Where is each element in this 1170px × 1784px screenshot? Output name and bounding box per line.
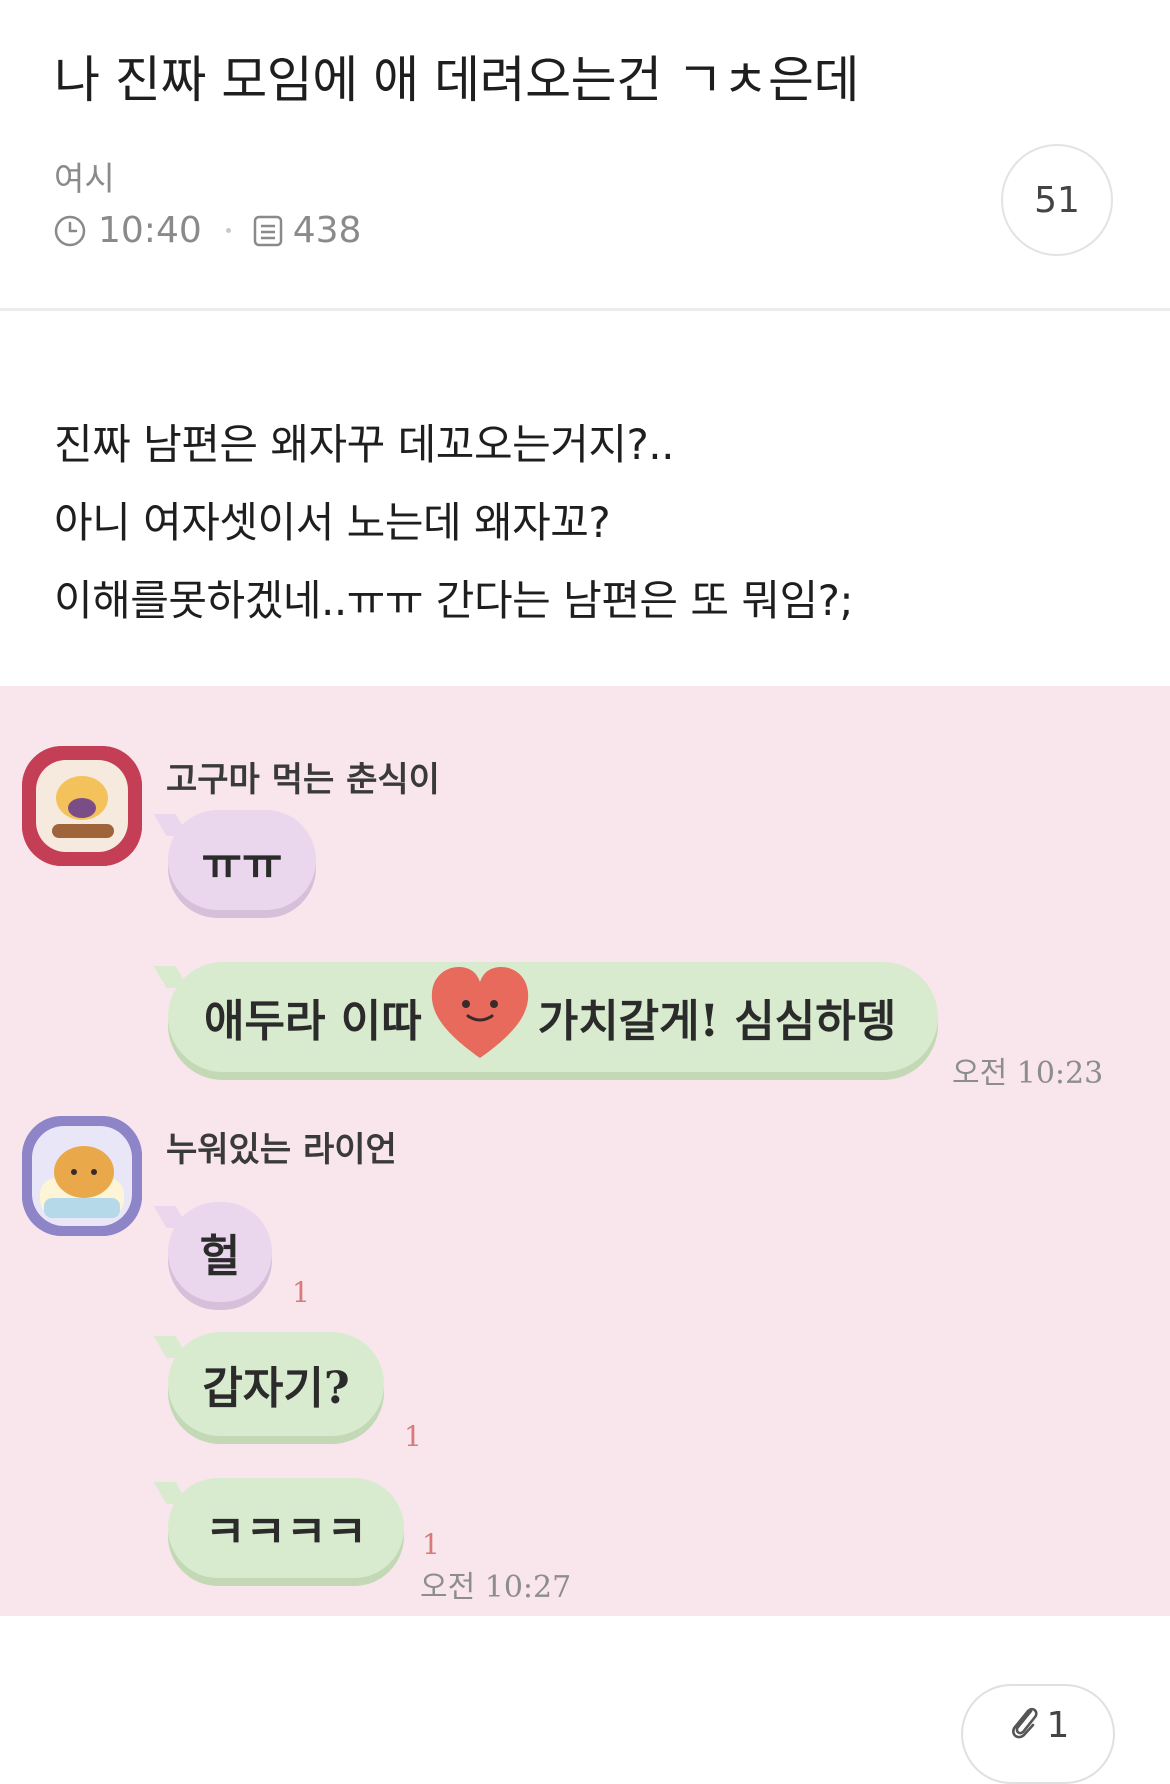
body-line: 아니 여자셋이서 노는데 왜자꼬?: [54, 498, 611, 547]
bubble-text: ㅋㅋㅋㅋ: [205, 1507, 367, 1558]
bubble-text: 갑자기?: [202, 1363, 350, 1414]
avatar-ryan: [22, 1116, 142, 1236]
message-time: 오전 10:23: [952, 1056, 1104, 1091]
chat-bubble: ㅋㅋㅋㅋ: [168, 1478, 404, 1578]
body-line: 진짜 남편은 왜자꾸 데꼬오는거지?..: [54, 420, 675, 469]
unread-count: 1: [422, 1528, 440, 1561]
bubble-text: 가치갈게! 심심하뎅: [537, 996, 897, 1047]
post-title: 나 진짜 모임에 애 데려오는건 ㄱㅊ은데: [54, 51, 859, 109]
chat-bubble: 애두라 이따 가치갈게! 심심하뎅: [168, 962, 938, 1072]
chat-bubble: ㅠㅠ: [168, 810, 316, 910]
heart-emoticon: [426, 960, 534, 1075]
bubble-text: ㅠㅠ: [201, 839, 283, 890]
message-time: 오전 10:27: [420, 1570, 572, 1605]
body-line: 이해를못하겠네..ㅠㅠ 간다는 남편은 또 뭐임?;: [54, 576, 854, 625]
bubble-text: 헐: [199, 1231, 241, 1282]
attachment-button[interactable]: 1: [961, 1684, 1115, 1784]
post-body: 진짜 남편은 왜자꾸 데꼬오는거지?.. 아니 여자셋이서 노는데 왜자꼬? 이…: [54, 406, 854, 640]
meta-separator: [225, 228, 231, 233]
unread-count: 1: [404, 1420, 422, 1453]
view-count: 438: [292, 210, 362, 251]
avatar-chunsik: [22, 746, 142, 866]
author-name[interactable]: 여시: [54, 152, 115, 200]
comment-count-button[interactable]: 51: [1001, 144, 1113, 256]
unread-count: 1: [292, 1276, 310, 1309]
chat-bubble: 갑자기?: [168, 1332, 384, 1436]
post-meta: 10:40 438: [54, 210, 361, 251]
sender-name: 누워있는 라이언: [166, 1130, 397, 1170]
document-icon: [253, 215, 283, 247]
chat-bubble: 헐: [168, 1202, 272, 1302]
sender-name: 고구마 먹는 춘식이: [166, 760, 440, 800]
paperclip-icon: [1007, 1701, 1041, 1750]
chat-screenshot-image: 고구마 먹는 춘식이 ㅠㅠ 애두라 이따 가치갈게! 심심하뎅 오전 10:23…: [0, 686, 1170, 1616]
clock-icon: [54, 215, 86, 247]
post-time: 10:40: [98, 210, 202, 251]
bubble-tail: [153, 966, 189, 988]
attachment-count: 1: [1046, 1704, 1070, 1746]
bubble-text: 애두라 이따: [204, 996, 422, 1047]
divider: [0, 308, 1170, 311]
